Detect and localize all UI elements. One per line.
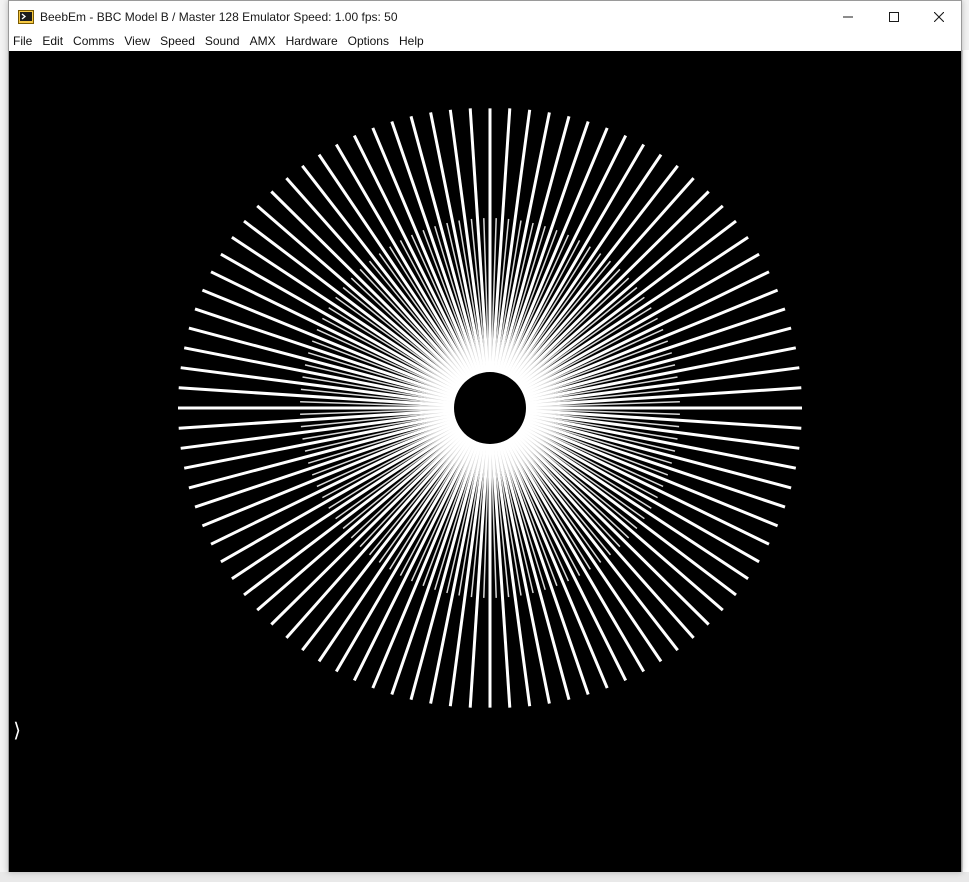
title-bar[interactable]: BeebEm - BBC Model B / Master 128 Emulat… (9, 1, 961, 32)
starburst-ray (512, 430, 710, 626)
starburst-ray (270, 430, 468, 626)
starburst-center (454, 372, 526, 444)
menu-hardware[interactable]: Hardware (281, 32, 343, 51)
taskbar-edge (0, 872, 969, 882)
emulator-window: BeebEm - BBC Model B / Master 128 Emulat… (8, 0, 962, 872)
starburst-graphic (178, 108, 802, 708)
menu-bar: File Edit Comms View Speed Sound AMX Har… (9, 32, 961, 51)
emulator-screen[interactable]: ⟩ (9, 51, 961, 872)
menu-help[interactable]: Help (394, 32, 429, 51)
starburst-ray (270, 190, 468, 386)
menu-amx[interactable]: AMX (245, 32, 281, 51)
maximize-button[interactable] (871, 1, 917, 32)
starburst-ray (512, 190, 710, 386)
menu-speed[interactable]: Speed (155, 32, 200, 51)
window-title: BeebEm - BBC Model B / Master 128 Emulat… (40, 9, 398, 24)
basic-prompt: ⟩ (11, 718, 24, 742)
close-icon (934, 11, 944, 22)
menu-file[interactable]: File (9, 32, 37, 51)
menu-view[interactable]: View (119, 32, 155, 51)
minimize-button[interactable] (825, 1, 871, 32)
menu-edit[interactable]: Edit (37, 32, 68, 51)
minimize-icon (843, 16, 853, 17)
menu-options[interactable]: Options (343, 32, 394, 51)
maximize-icon (889, 11, 899, 22)
close-button[interactable] (916, 1, 962, 32)
background-window-edge (962, 50, 969, 882)
beebem-app-icon[interactable] (18, 9, 34, 25)
menu-comms[interactable]: Comms (68, 32, 119, 51)
menu-sound[interactable]: Sound (200, 32, 245, 51)
